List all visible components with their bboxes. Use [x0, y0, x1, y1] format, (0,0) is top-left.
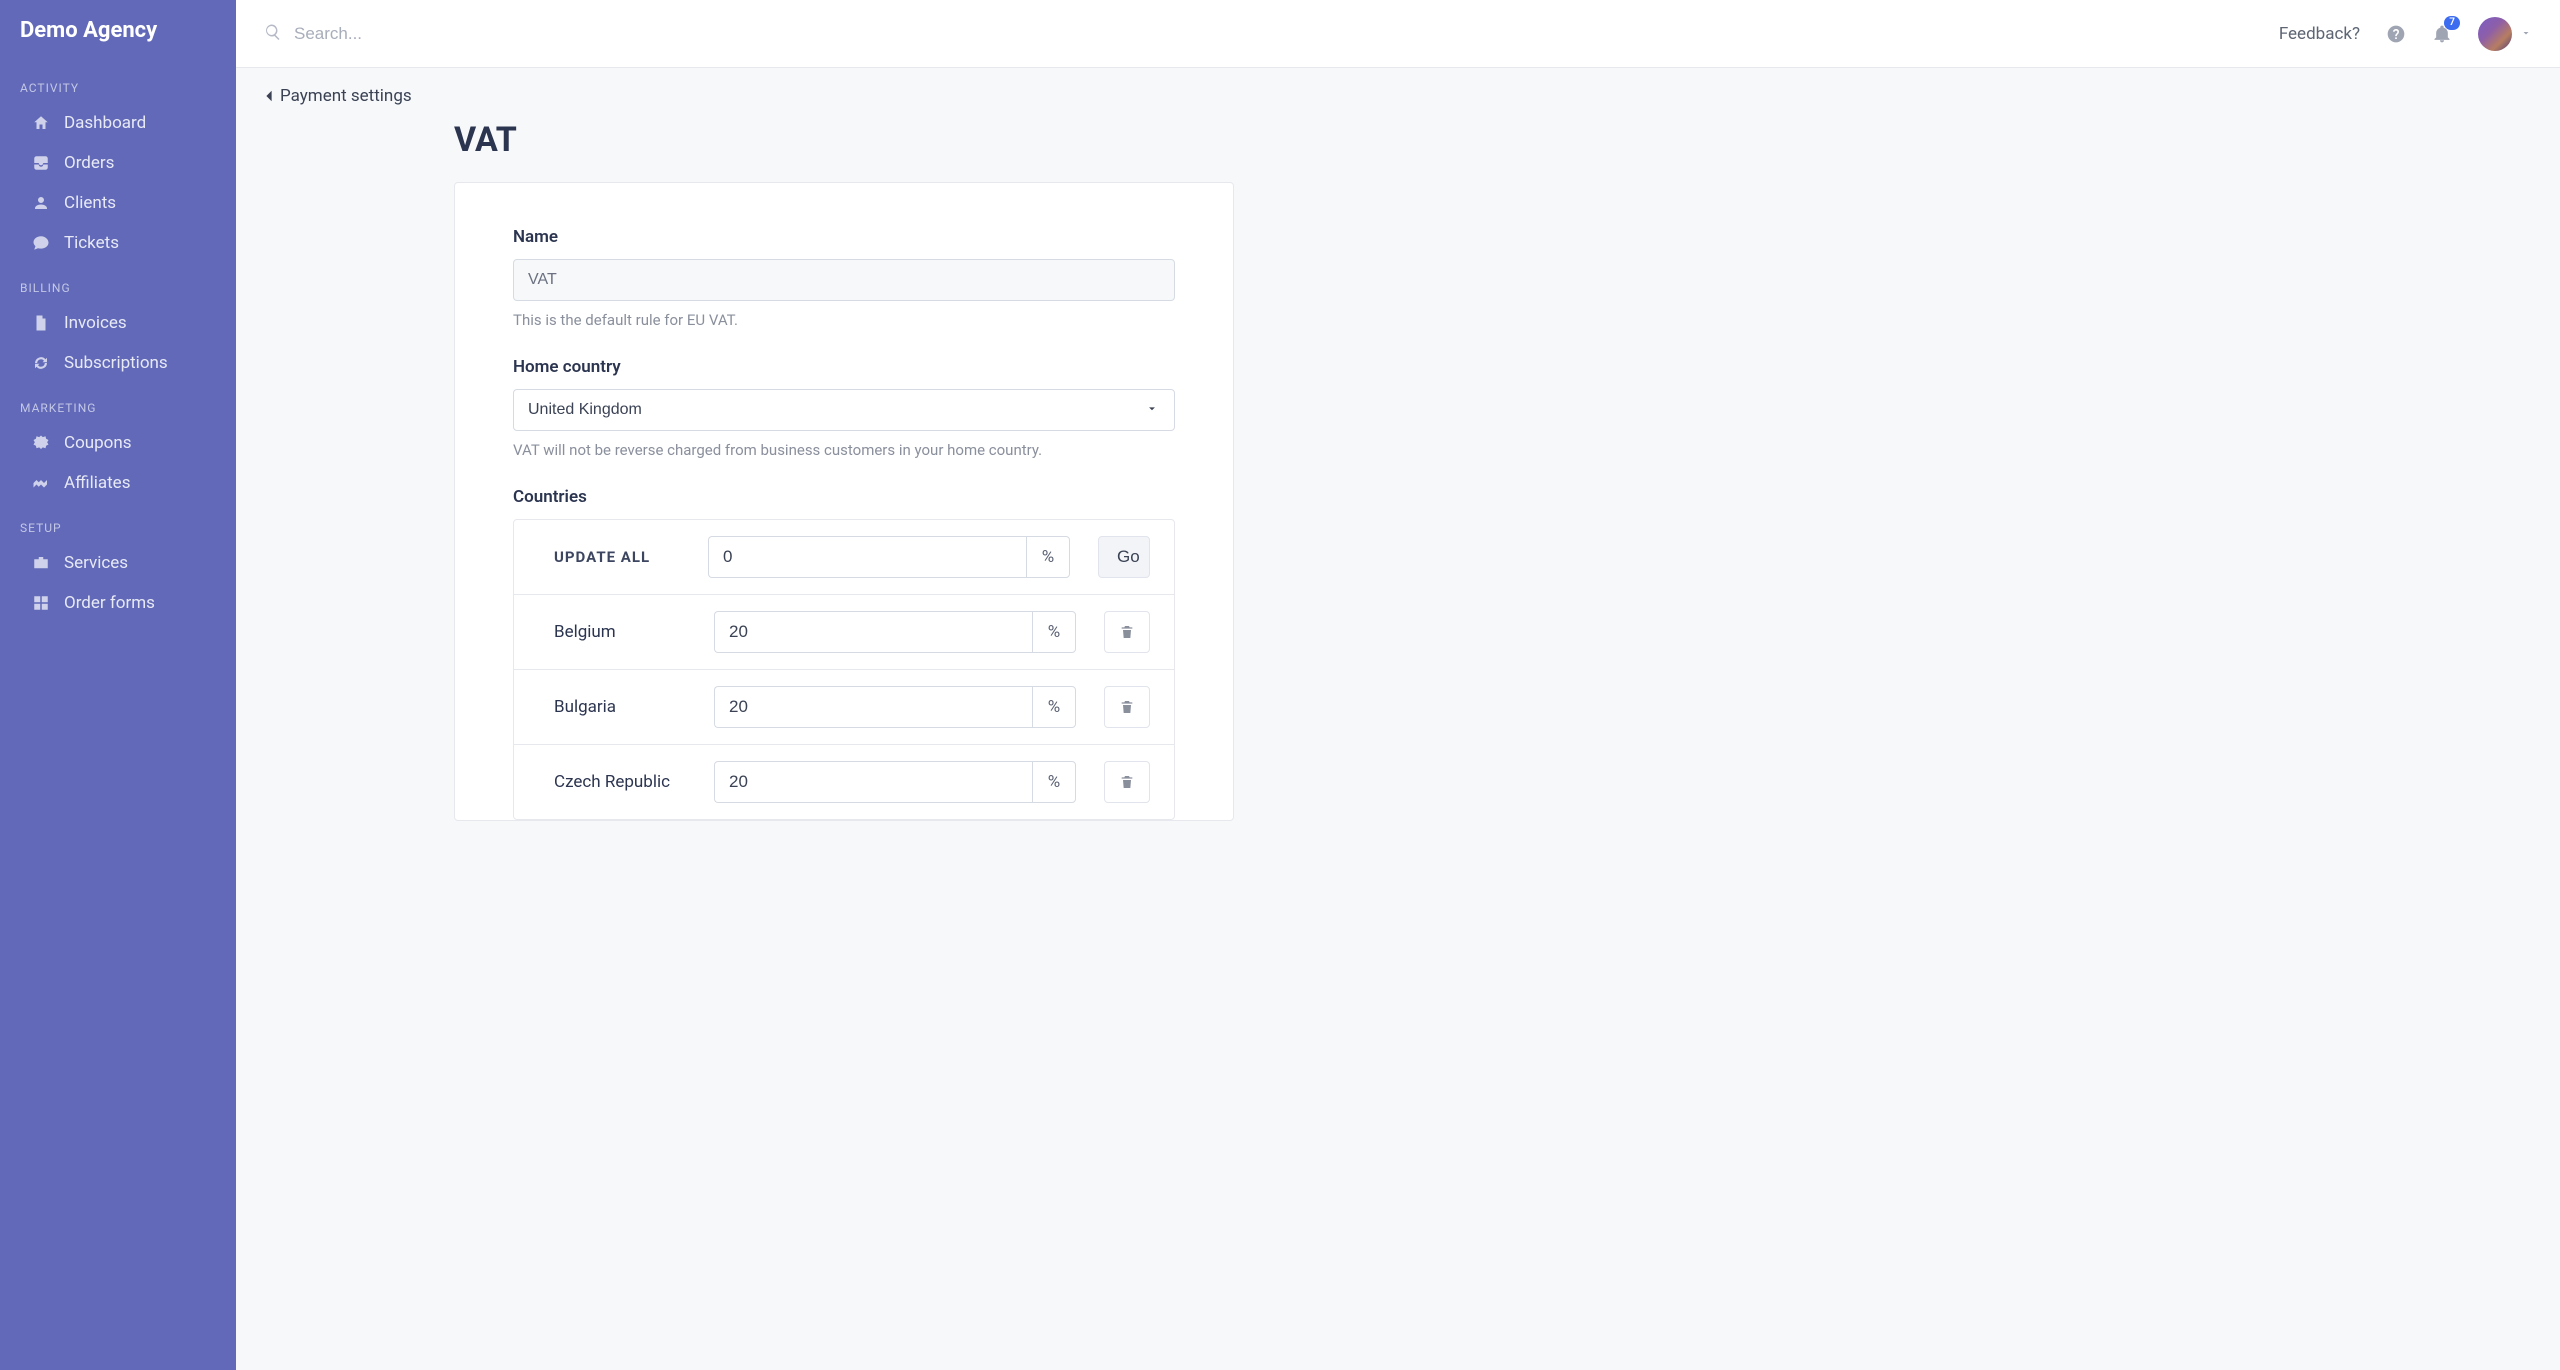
sidebar-item-clients[interactable]: Clients [0, 183, 236, 223]
rate-input[interactable] [714, 686, 1032, 728]
home-country-label: Home country [513, 357, 1175, 377]
country-row: Bulgaria % [514, 670, 1174, 745]
percent-unit: % [1032, 761, 1076, 803]
user-icon [32, 194, 50, 212]
home-country-select[interactable] [513, 389, 1175, 431]
avatar [2478, 17, 2512, 51]
handshake-icon [32, 474, 50, 492]
section-marketing-title: MARKETING [0, 383, 236, 423]
rate-group: % [714, 611, 1076, 653]
update-all-input[interactable] [708, 536, 1026, 578]
section-billing-title: BILLING [0, 263, 236, 303]
percent-unit: % [1032, 611, 1076, 653]
rate-input[interactable] [714, 761, 1032, 803]
update-all-rate-group: % [708, 536, 1070, 578]
sidebar-item-orders[interactable]: Orders [0, 143, 236, 183]
search-icon [264, 23, 282, 45]
page-wrap: VAT Name This is the default rule for EU… [454, 120, 1234, 821]
main: Feedback? 7 Payment settings VAT [236, 0, 2560, 1370]
grid-icon [32, 594, 50, 612]
file-icon [32, 314, 50, 332]
user-menu[interactable] [2478, 17, 2532, 51]
sidebar-item-subscriptions[interactable]: Subscriptions [0, 343, 236, 383]
sidebar-item-services[interactable]: Services [0, 543, 236, 583]
breadcrumb-label: Payment settings [280, 86, 412, 106]
chevron-left-icon [264, 89, 274, 103]
badge-icon [32, 434, 50, 452]
sidebar-item-label: Order forms [64, 593, 155, 613]
trash-icon [1119, 774, 1135, 790]
name-input[interactable] [513, 259, 1175, 301]
name-label: Name [513, 227, 1175, 247]
home-country-helper: VAT will not be reverse charged from bus… [513, 441, 1175, 459]
country-name: Belgium [554, 622, 686, 642]
comment-icon [32, 234, 50, 252]
sync-icon [32, 354, 50, 372]
help-icon[interactable] [2386, 24, 2406, 44]
page-title: VAT [454, 120, 1234, 160]
section-setup-title: SETUP [0, 503, 236, 543]
trash-icon [1119, 699, 1135, 715]
countries-table: UPDATE ALL % Go Belgium % [513, 519, 1175, 820]
sidebar: Demo Agency ACTIVITY Dashboard Orders Cl… [0, 0, 236, 1370]
sidebar-item-coupons[interactable]: Coupons [0, 423, 236, 463]
sidebar-item-label: Coupons [64, 433, 132, 453]
sidebar-item-label: Invoices [64, 313, 127, 333]
search-wrap [264, 23, 2279, 45]
delete-button[interactable] [1104, 686, 1150, 728]
feedback-link[interactable]: Feedback? [2279, 24, 2360, 44]
breadcrumb-back[interactable]: Payment settings [264, 86, 412, 106]
country-name: Czech Republic [554, 772, 686, 792]
chevron-down-icon [2520, 24, 2532, 43]
topbar-right: Feedback? 7 [2279, 17, 2532, 51]
sidebar-item-label: Dashboard [64, 113, 146, 133]
delete-button[interactable] [1104, 761, 1150, 803]
inbox-in-icon [32, 154, 50, 172]
percent-unit: % [1026, 536, 1070, 578]
card: Name This is the default rule for EU VAT… [454, 182, 1234, 821]
sidebar-item-tickets[interactable]: Tickets [0, 223, 236, 263]
sidebar-item-order-forms[interactable]: Order forms [0, 583, 236, 623]
home-country-select-wrap [513, 389, 1175, 431]
sidebar-item-label: Subscriptions [64, 353, 168, 373]
sidebar-item-affiliates[interactable]: Affiliates [0, 463, 236, 503]
search-input[interactable] [294, 24, 2279, 44]
trash-icon [1119, 624, 1135, 640]
briefcase-icon [32, 554, 50, 572]
sidebar-item-dashboard[interactable]: Dashboard [0, 103, 236, 143]
delete-button[interactable] [1104, 611, 1150, 653]
notification-badge: 7 [2444, 16, 2460, 30]
rate-input[interactable] [714, 611, 1032, 653]
brand[interactable]: Demo Agency [0, 18, 236, 63]
sidebar-item-label: Clients [64, 193, 116, 213]
percent-unit: % [1032, 686, 1076, 728]
countries-label: Countries [513, 487, 1175, 507]
name-helper: This is the default rule for EU VAT. [513, 311, 1175, 329]
home-icon [32, 114, 50, 132]
update-all-label: UPDATE ALL [554, 548, 680, 566]
sidebar-item-label: Services [64, 553, 128, 573]
sidebar-item-label: Orders [64, 153, 114, 173]
country-row: Belgium % [514, 595, 1174, 670]
update-all-row: UPDATE ALL % Go [514, 520, 1174, 595]
country-name: Bulgaria [554, 697, 686, 717]
sidebar-item-label: Tickets [64, 233, 119, 253]
country-row: Czech Republic % [514, 745, 1174, 819]
section-activity-title: ACTIVITY [0, 63, 236, 103]
content: Payment settings VAT Name This is the de… [236, 68, 2560, 1370]
sidebar-item-label: Affiliates [64, 473, 130, 493]
topbar: Feedback? 7 [236, 0, 2560, 68]
rate-group: % [714, 686, 1076, 728]
bell-icon[interactable]: 7 [2432, 24, 2452, 44]
sidebar-item-invoices[interactable]: Invoices [0, 303, 236, 343]
go-button[interactable]: Go [1098, 536, 1150, 578]
rate-group: % [714, 761, 1076, 803]
